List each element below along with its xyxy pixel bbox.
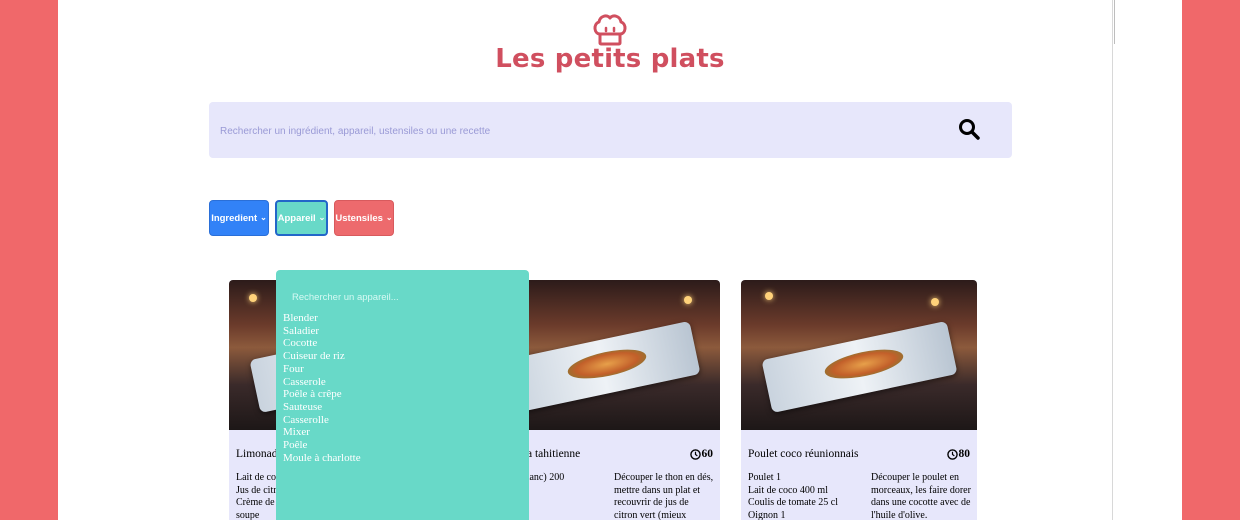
appareil-option[interactable]: Poêle à crêpe — [283, 388, 361, 401]
appareil-option[interactable]: Moule à charlotte — [283, 452, 361, 465]
recipe-title: Poulet coco réunionnais — [748, 448, 859, 460]
appareil-option[interactable]: Cuiseur de riz — [283, 350, 361, 363]
ingredient-line: Lait de coco 400 ml — [748, 484, 828, 496]
search-input[interactable] — [218, 120, 922, 142]
ingredient-filter-label: Ingredient — [211, 212, 258, 224]
clock-icon — [689, 448, 701, 460]
appareil-filter-label: Appareil — [277, 212, 316, 224]
ingredient-line: Oignon 1 — [748, 509, 786, 520]
recipe-ingredients: Poulet 1 Lait de coco 400 ml Coulis de t… — [748, 472, 858, 520]
appareil-option[interactable]: Saladier — [283, 325, 361, 338]
appareil-option[interactable]: Mixer — [283, 426, 361, 439]
recipe-card[interactable]: Poulet coco réunionnais 80 Poulet 1 Lait… — [741, 280, 977, 520]
ingredient-filter-button[interactable]: Ingredient ⌄ — [209, 200, 269, 236]
scrollbar[interactable] — [1112, 0, 1113, 520]
recipe-instructions: Découper le poulet en morceaux, les fair… — [871, 472, 971, 520]
appareil-option[interactable]: Cocotte — [283, 337, 361, 350]
appareil-option[interactable]: Four — [283, 363, 361, 376]
ustensiles-filter-label: Ustensiles — [335, 212, 383, 224]
chef-hat-icon — [593, 14, 627, 46]
ingredient-line: Coulis de tomate 25 cl — [748, 497, 838, 508]
appareil-option[interactable]: Sauteuse — [283, 401, 361, 414]
appareil-option[interactable]: Casserole — [283, 376, 361, 389]
scrollbar-thumb[interactable] — [1114, 0, 1115, 44]
appareil-option[interactable]: Poêle — [283, 439, 361, 452]
recipe-time: 80 — [946, 448, 971, 460]
chevron-down-icon: ⌄ — [385, 213, 393, 222]
ingredient-line: Poulet 1 — [748, 472, 782, 483]
chevron-down-icon: ⌄ — [318, 213, 326, 222]
recipe-image — [741, 280, 977, 430]
appareil-list: Blender Saladier Cocotte Cuiseur de riz … — [283, 312, 361, 464]
appareil-dropdown: Blender Saladier Cocotte Cuiseur de riz … — [276, 270, 529, 520]
recipe-time-value: 60 — [701, 448, 714, 460]
recipe-instructions: Découper le thon en dés, mettre dans un … — [614, 472, 714, 520]
page: Les petits plats Ingredient ⌄ Appareil ⌄… — [58, 0, 1182, 520]
appareil-filter-button[interactable]: Appareil ⌄ — [275, 200, 328, 236]
ustensiles-filter-button[interactable]: Ustensiles ⌄ — [334, 200, 394, 236]
page-title: Les petits plats — [495, 44, 725, 74]
search-bar — [209, 102, 1012, 158]
recipe-time: 60 — [689, 448, 714, 460]
appareil-search-input[interactable] — [290, 288, 514, 306]
clock-icon — [946, 448, 958, 460]
search-icon[interactable] — [957, 117, 981, 141]
recipe-time-value: 80 — [958, 448, 971, 460]
appareil-option[interactable]: Blender — [283, 312, 361, 325]
chevron-down-icon: ⌄ — [260, 213, 267, 222]
appareil-option[interactable]: Casserolle — [283, 414, 361, 427]
